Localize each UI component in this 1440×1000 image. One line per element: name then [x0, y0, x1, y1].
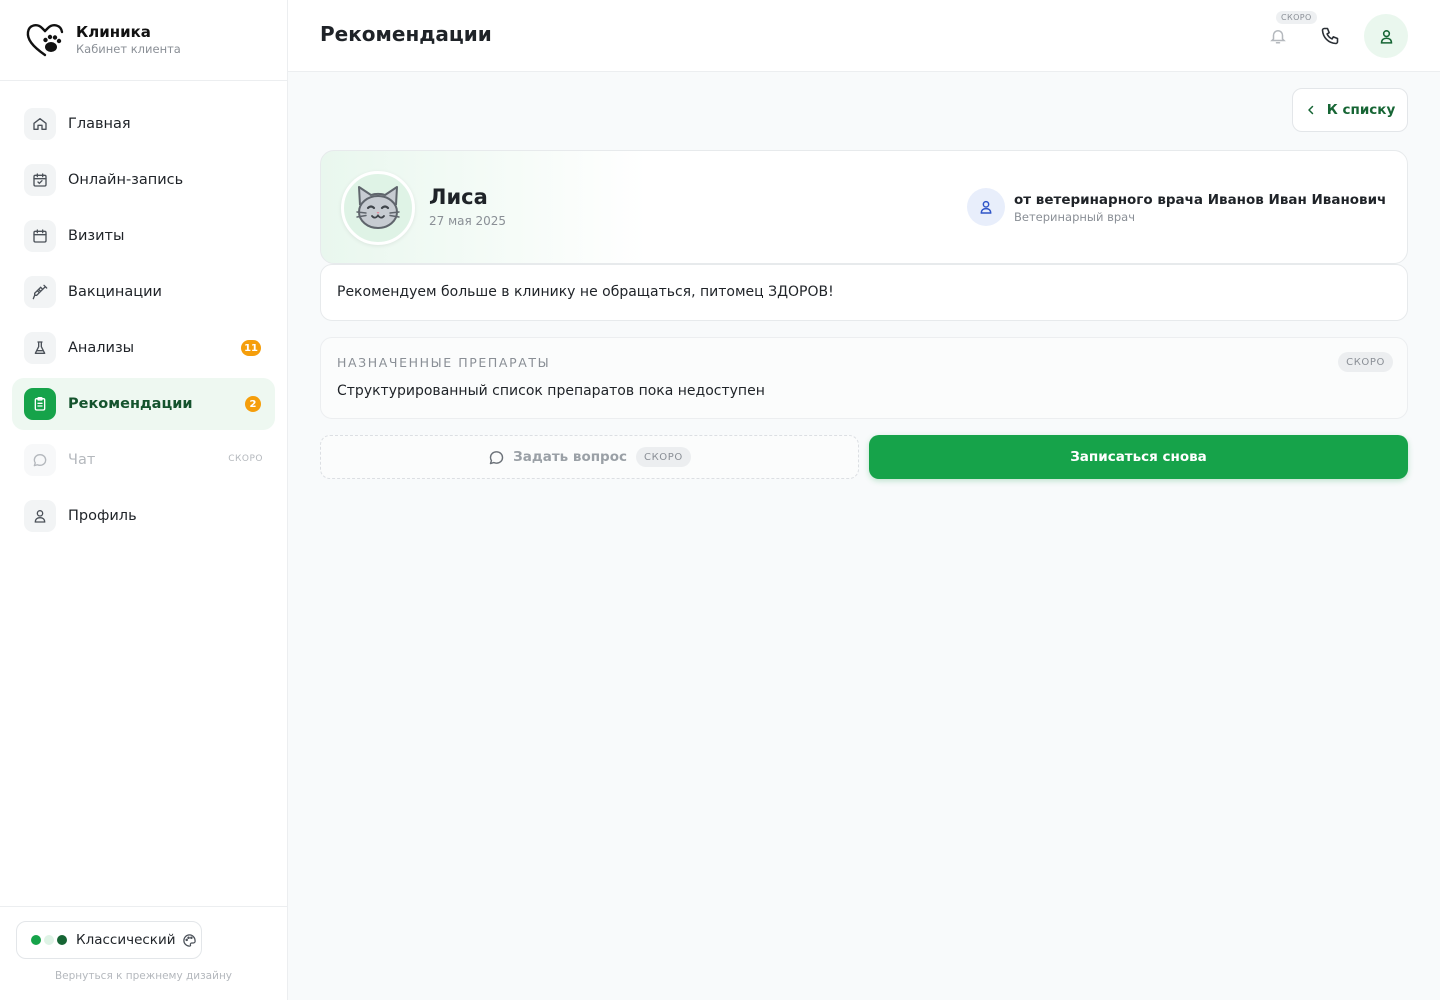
chevron-left-icon	[1308, 105, 1313, 115]
chat-icon	[489, 450, 504, 464]
sidebar-item-label: Вакцинации	[68, 284, 162, 300]
pet-name: Лиса	[429, 185, 488, 209]
doctor-name: от ветеринарного врача Иванов Иван Ивано…	[1014, 192, 1387, 208]
sidebar-item-chat: Чат скоро	[12, 434, 275, 486]
old-design-link[interactable]: Вернуться к прежнему дизайну	[0, 970, 287, 982]
sidebar-item-profile[interactable]: Профиль	[12, 490, 275, 542]
recommendation-date: 27 мая 2025	[429, 214, 507, 228]
heart-paw-logo	[26, 24, 64, 57]
user-menu-button[interactable]	[1364, 14, 1408, 58]
book-again-button[interactable]: Записаться снова	[869, 435, 1408, 479]
brand-subtitle: Кабинет клиента	[76, 42, 181, 56]
theme-switch-button[interactable]: Классический	[16, 921, 202, 959]
sidebar-item-tests[interactable]: Анализы 11	[12, 322, 275, 374]
phone-icon	[1321, 27, 1339, 45]
prescribed-drugs-card: Назначенные препараты скоро Структуриров…	[320, 337, 1408, 419]
calendar-icon	[24, 220, 56, 252]
sidebar-item-visits[interactable]: Визиты	[12, 210, 275, 262]
prescribed-drugs-text: Структурированный список препаратов пока…	[337, 383, 765, 399]
sidebar-item-label: Чат	[68, 452, 96, 468]
sidebar-item-label: Профиль	[68, 508, 137, 524]
recommendation-card: Рекомендуем больше в клинику не обращать…	[320, 264, 1408, 321]
pet-avatar	[341, 171, 415, 245]
user-icon	[24, 500, 56, 532]
sidebar-item-label: Главная	[68, 116, 131, 132]
user-icon	[1380, 29, 1392, 44]
sidebar-item-label: Визиты	[68, 228, 125, 244]
doctor-role: Ветеринарный врач	[1014, 210, 1136, 224]
palette-icon	[182, 933, 196, 947]
sidebar-item-vaccinations[interactable]: Вакцинации	[12, 266, 275, 318]
doctor-avatar	[967, 188, 1005, 226]
ask-question-label: Задать вопрос	[513, 449, 627, 465]
theme-color-dot	[31, 935, 41, 945]
call-button[interactable]	[1308, 14, 1352, 58]
sidebar-item-label: Рекомендации	[68, 396, 193, 412]
brand[interactable]: Клиника Кабинет клиента	[0, 0, 287, 81]
theme-color-dot	[44, 935, 54, 945]
sidebar-item-online-booking[interactable]: Онлайн-запись	[12, 154, 275, 206]
clipboard-icon	[24, 388, 56, 420]
brand-title: Клиника	[76, 23, 151, 41]
page-title: Рекомендации	[320, 22, 492, 46]
ask-soon-badge: скоро	[636, 447, 691, 467]
chat-soon-label: скоро	[228, 454, 263, 464]
home-icon	[24, 108, 56, 140]
user-icon	[980, 200, 992, 214]
sidebar-item-home[interactable]: Главная	[12, 98, 275, 150]
theme-label: Классический	[76, 932, 176, 948]
drugs-soon-badge: скоро	[1338, 352, 1393, 372]
recommendations-count-badge: 2	[245, 396, 261, 412]
recommendation-text: Рекомендуем больше в клинику не обращать…	[337, 284, 834, 300]
pet-card: Лиса 27 мая 2025 от ветеринарного врача …	[320, 150, 1408, 264]
cat-icon	[356, 186, 400, 229]
sidebar-item-recommendations[interactable]: Рекомендации 2	[12, 378, 275, 430]
bell-icon	[1270, 29, 1286, 44]
calendar-check-icon	[24, 164, 56, 196]
sidebar: Клиника Кабинет клиента Главная Онлайн-з…	[0, 0, 288, 1000]
back-to-list-button[interactable]: К списку	[1292, 88, 1408, 132]
tests-count-badge: 11	[241, 340, 261, 356]
theme-color-dot	[57, 935, 67, 945]
prescribed-drugs-title: Назначенные препараты	[337, 355, 551, 370]
sidebar-item-label: Онлайн-запись	[68, 172, 184, 188]
chat-icon	[24, 444, 56, 476]
top-header: Рекомендации скоро	[288, 0, 1440, 72]
back-to-list-label: К списку	[1326, 102, 1396, 118]
syringe-icon	[24, 276, 56, 308]
notifications-soon-tag: скоро	[1276, 11, 1317, 24]
sidebar-item-label: Анализы	[68, 340, 135, 356]
flask-icon	[24, 332, 56, 364]
ask-question-button: Задать вопрос скоро	[320, 435, 859, 479]
sidebar-footer: Классический Вернуться к прежнему дизайн…	[0, 906, 287, 1000]
sidebar-nav: Главная Онлайн-запись Визиты Вакцинации …	[0, 81, 287, 542]
